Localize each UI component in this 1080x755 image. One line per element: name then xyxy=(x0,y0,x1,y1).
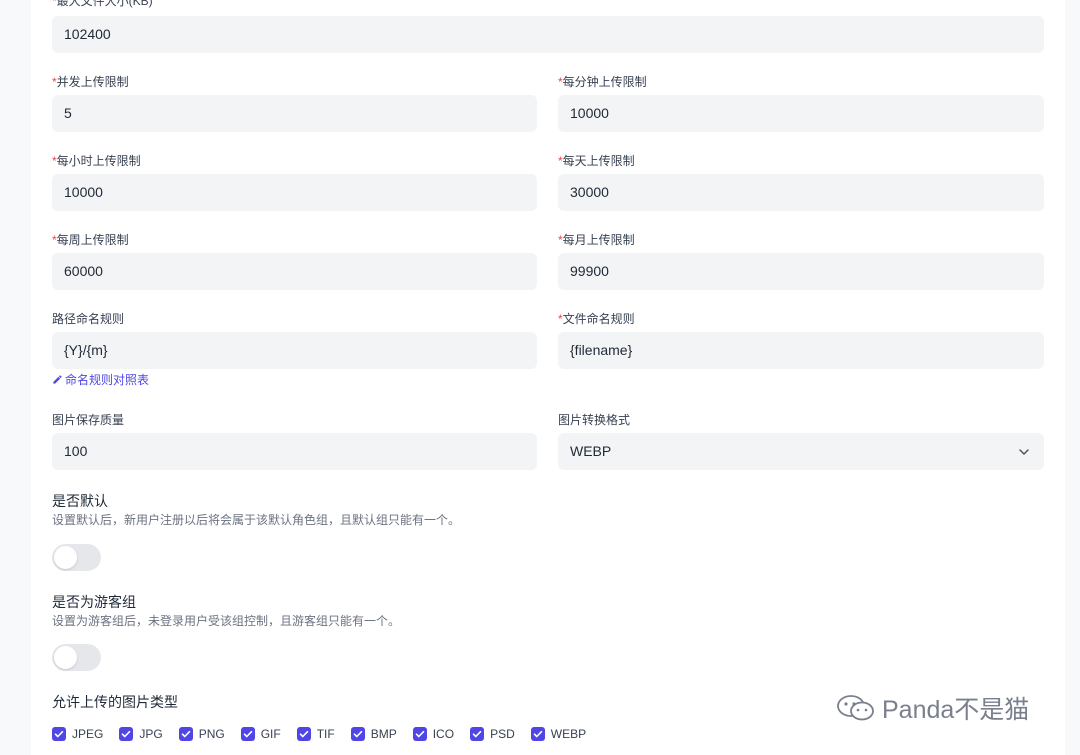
type-label: BMP xyxy=(370,727,397,741)
checkbox-checked-icon[interactable] xyxy=(470,727,485,741)
type-label: TIF xyxy=(316,727,335,741)
checkbox-checked-icon[interactable] xyxy=(119,727,134,741)
checkbox-checked-icon[interactable] xyxy=(240,727,255,741)
per-hour-limit-input[interactable]: 10000 xyxy=(52,174,537,211)
file-rule-input[interactable]: {filename} xyxy=(558,332,1044,369)
checkbox-checked-icon[interactable] xyxy=(178,727,193,741)
type-checkbox-bmp[interactable]: BMP xyxy=(350,726,397,742)
per-minute-limit-label: *每分钟上传限制 xyxy=(558,75,647,89)
per-month-limit-label: *每月上传限制 xyxy=(558,233,635,247)
type-checkbox-png[interactable]: PNG xyxy=(178,726,225,742)
type-label: PNG xyxy=(198,727,225,741)
default-group-desc: 设置默认后，新用户注册以后将会属于该默认角色组，且默认组只能有一个。 xyxy=(52,513,461,527)
guest-group-toggle[interactable] xyxy=(52,644,101,671)
max-file-size-label: *最大文件大小(KB) xyxy=(52,0,153,8)
allowed-types-title: 允许上传的图片类型 xyxy=(52,694,178,710)
default-group-title: 是否默认 xyxy=(52,493,108,509)
type-checkbox-ico[interactable]: ICO xyxy=(412,726,455,742)
toggle-knob xyxy=(54,546,77,569)
pencil-icon xyxy=(53,375,62,384)
chevron-down-icon xyxy=(1019,449,1029,455)
checkbox-checked-icon[interactable] xyxy=(296,727,311,741)
type-label: GIF xyxy=(260,727,281,741)
type-checkbox-psd[interactable]: PSD xyxy=(470,726,515,742)
concurrent-limit-input[interactable]: 5 xyxy=(52,95,537,132)
checkbox-checked-icon[interactable] xyxy=(350,727,365,741)
type-label: JPEG xyxy=(72,727,104,741)
type-label: ICO xyxy=(432,727,455,741)
file-rule-label: *文件命名规则 xyxy=(558,312,635,326)
type-checkbox-jpeg[interactable]: JPEG xyxy=(52,726,103,742)
image-quality-label: 图片保存质量 xyxy=(52,413,125,427)
type-label: JPG xyxy=(139,727,163,741)
toggle-knob xyxy=(54,646,77,669)
type-checkbox-gif[interactable]: GIF xyxy=(240,726,281,742)
guest-group-desc: 设置为游客组后，未登录用户受该组控制，且游客组只能有一个。 xyxy=(52,614,401,628)
allowed-types-list: JPEG JPG PNG GIF TIF BMP ICO PSD WEBP xyxy=(52,726,602,742)
default-group-toggle[interactable] xyxy=(52,544,101,571)
checkbox-checked-icon[interactable] xyxy=(530,727,545,741)
per-week-limit-label: *每周上传限制 xyxy=(52,233,129,247)
per-minute-limit-input[interactable]: 10000 xyxy=(558,95,1044,132)
wechat-icon xyxy=(837,695,874,721)
per-week-limit-input[interactable]: 60000 xyxy=(52,253,537,290)
type-checkbox-jpg[interactable]: JPG xyxy=(119,726,163,742)
type-checkbox-tif[interactable]: TIF xyxy=(296,726,335,742)
concurrent-limit-label: *并发上传限制 xyxy=(52,75,129,89)
naming-table-link[interactable]: 命名规则对照表 xyxy=(52,372,149,388)
max-file-size-input[interactable]: 102400 xyxy=(52,16,1044,53)
type-checkbox-webp[interactable]: WEBP xyxy=(530,726,587,742)
per-day-limit-label: *每天上传限制 xyxy=(558,154,635,168)
convert-format-label: 图片转换格式 xyxy=(558,413,631,427)
convert-format-select[interactable]: WEBP xyxy=(558,433,1044,470)
per-day-limit-input[interactable]: 30000 xyxy=(558,174,1044,211)
checkbox-checked-icon[interactable] xyxy=(52,727,66,741)
path-rule-input[interactable]: {Y}/{m} xyxy=(52,332,537,369)
watermark-text: Panda不是猫 xyxy=(882,696,1030,724)
settings-panel: *最大文件大小(KB) 102400 *并发上传限制 5 *每分钟上传限制 10… xyxy=(31,0,1065,755)
type-label: PSD xyxy=(490,727,515,741)
guest-group-title: 是否为游客组 xyxy=(52,594,136,610)
path-rule-label: 路径命名规则 xyxy=(52,312,125,326)
convert-format-value: WEBP xyxy=(570,443,612,459)
watermark: Panda不是猫 xyxy=(836,690,1029,726)
image-quality-input[interactable]: 100 xyxy=(52,433,537,470)
per-month-limit-input[interactable]: 99900 xyxy=(558,253,1044,290)
type-label: WEBP xyxy=(550,727,587,741)
per-hour-limit-label: *每小时上传限制 xyxy=(52,154,141,168)
checkbox-checked-icon[interactable] xyxy=(412,727,427,741)
